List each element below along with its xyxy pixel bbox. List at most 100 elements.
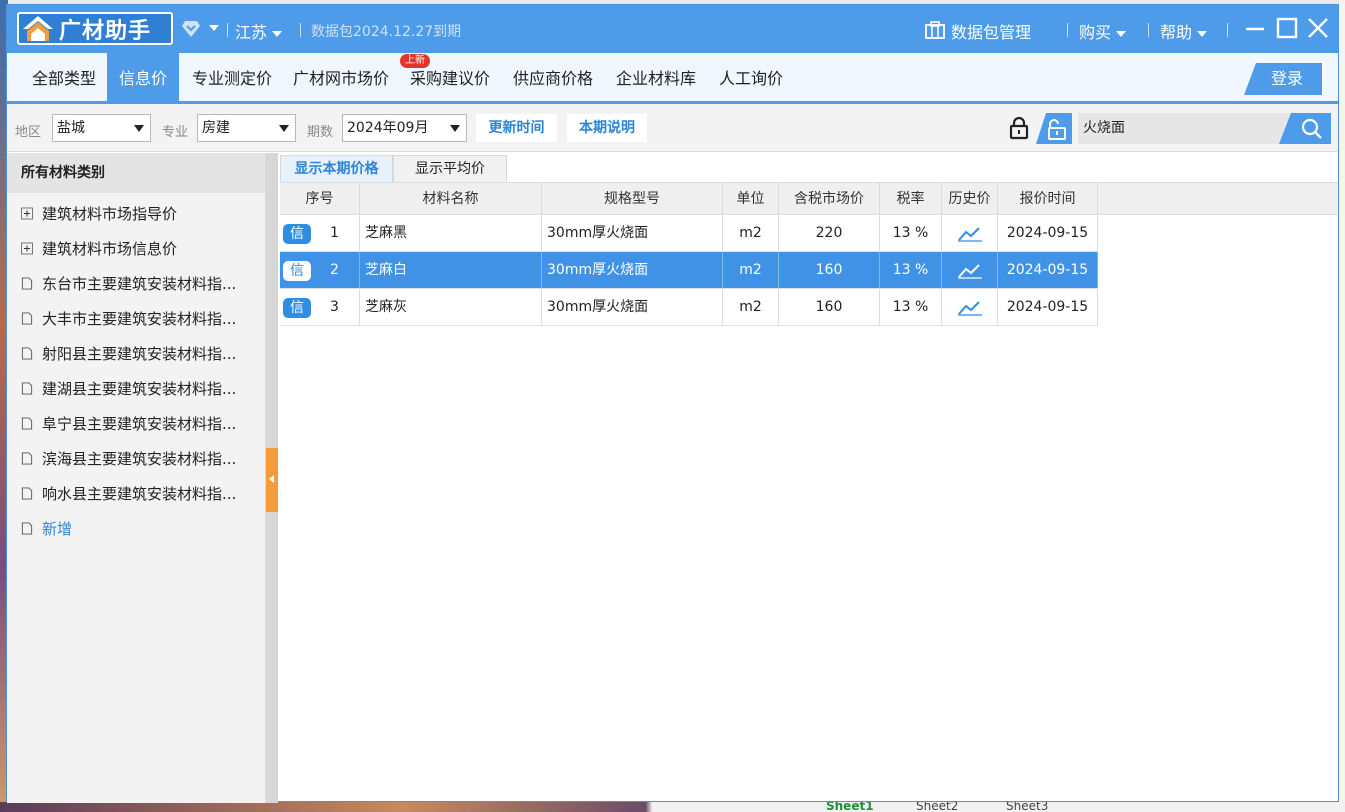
expand-plus-icon[interactable] — [21, 207, 33, 220]
diamond-vip-icon[interactable] — [181, 20, 201, 38]
period-filter-label: 期数 — [307, 125, 334, 140]
region-filter-label: 地区 — [15, 125, 42, 140]
sidebar-item[interactable]: 大丰市主要建筑安装材料指... — [21, 302, 236, 337]
tab-current-price[interactable]: 显示本期价格 — [280, 155, 393, 182]
sidebar-item[interactable]: 响水县主要建筑安装材料指... — [21, 477, 236, 512]
period-select[interactable]: 2024年09月 — [342, 114, 467, 142]
vip-dropdown-chevron-icon[interactable] — [204, 17, 219, 36]
minimize-icon[interactable] — [1244, 17, 1266, 39]
history-price-cell — [942, 215, 998, 251]
tab-supplier-price[interactable]: 供应商价格 — [507, 53, 599, 101]
region-selector[interactable]: 江苏 — [235, 19, 283, 43]
period-select-value: 2024年09月 — [347, 120, 429, 136]
column-header[interactable]: 历史价 — [942, 183, 998, 214]
table-row[interactable]: 信 1 芝麻黑 30mm厚火烧面 m2 220 13 % 2024-09-15 — [280, 215, 1098, 252]
update-time-button[interactable]: 更新时间 — [476, 114, 557, 142]
buy-label: 购买 — [1079, 23, 1112, 42]
add-label: 新增 — [42, 520, 73, 538]
document-icon — [21, 382, 33, 395]
column-header[interactable]: 序号 — [280, 183, 360, 214]
search-icon — [1301, 118, 1322, 139]
column-header[interactable]: 含税市场价 — [779, 183, 880, 214]
history-trend-icon[interactable] — [957, 261, 983, 279]
quote-date: 2024-09-15 — [998, 289, 1098, 325]
sidebar-item[interactable]: 建湖县主要建筑安装材料指... — [21, 372, 236, 407]
sidebar-add-item[interactable]: 新增 — [21, 512, 72, 547]
tab-average-price[interactable]: 显示平均价 — [393, 155, 507, 182]
document-icon — [21, 522, 33, 535]
help-label: 帮助 — [1160, 23, 1193, 42]
history-price-cell — [942, 252, 998, 288]
sidebar-item-label: 东台市主要建筑安装材料指... — [42, 275, 237, 293]
buy-menu[interactable]: 购买 — [1079, 19, 1127, 43]
lock-icon[interactable] — [1009, 116, 1029, 140]
tab-all-types[interactable]: 全部类型 — [22, 53, 106, 101]
period-note-button[interactable]: 本期说明 — [567, 114, 647, 142]
document-icon — [21, 312, 33, 325]
chevron-down-icon — [1197, 30, 1208, 37]
expand-plus-icon[interactable] — [21, 242, 33, 255]
table-row[interactable]: 信 3 芝麻灰 30mm厚火烧面 m2 160 13 % 2024-09-15 — [280, 289, 1098, 326]
tab-enterprise-library[interactable]: 企业材料库 — [610, 53, 702, 101]
sidebar-item[interactable]: 建筑材料市场信息价 — [21, 232, 177, 267]
maximize-icon[interactable] — [1276, 17, 1298, 39]
close-icon[interactable] — [1307, 17, 1329, 39]
sidebar-item[interactable]: 建筑材料市场指导价 — [21, 197, 177, 232]
quote-date: 2024-09-15 — [998, 252, 1098, 288]
table-row[interactable]: 信 2 芝麻白 30mm厚火烧面 m2 160 13 % 2024-09-15 — [280, 252, 1098, 289]
row-number-cell: 信3 — [280, 289, 360, 325]
sidebar-item[interactable]: 阜宁县主要建筑安装材料指... — [21, 407, 236, 442]
app-name: 广材助手 — [59, 18, 152, 44]
collapse-sidebar-handle[interactable] — [266, 448, 278, 512]
row-number: 1 — [330, 225, 339, 241]
divider — [1067, 23, 1068, 37]
login-button[interactable]: 登录 — [1244, 63, 1322, 95]
major-filter-label: 专业 — [162, 125, 189, 140]
dropdown-arrow-icon — [279, 125, 289, 132]
row-number-cell: 信1 — [280, 215, 360, 251]
unit: m2 — [723, 252, 779, 288]
column-header[interactable]: 材料名称 — [360, 183, 542, 214]
row-number: 2 — [330, 262, 339, 278]
tax-rate: 13 % — [880, 215, 942, 251]
document-icon — [21, 487, 33, 500]
column-header[interactable]: 税率 — [880, 183, 942, 214]
material-spec: 30mm厚火烧面 — [542, 252, 723, 288]
material-spec: 30mm厚火烧面 — [542, 289, 723, 325]
document-icon — [21, 452, 33, 465]
package-box-icon[interactable] — [925, 21, 945, 39]
region-select-value: 盐城 — [57, 120, 85, 136]
tab-info-price[interactable]: 信息价 — [107, 53, 179, 101]
tab-manual-inquiry[interactable]: 人工询价 — [713, 53, 789, 101]
sidebar-item[interactable]: 东台市主要建筑安装材料指... — [21, 267, 236, 302]
sidebar-item[interactable]: 射阳县主要建筑安装材料指... — [21, 337, 236, 372]
main-nav: 全部类型 信息价 专业测定价 广材网市场价 采购建议价 上新 供应商价格 企业材… — [7, 53, 1338, 104]
package-manage-button[interactable]: 数据包管理 — [951, 19, 1031, 43]
unit: m2 — [723, 215, 779, 251]
search-input[interactable]: 火烧面 — [1078, 113, 1300, 144]
sidebar-item-label: 阜宁县主要建筑安装材料指... — [42, 415, 237, 433]
tab-professional-price[interactable]: 专业测定价 — [186, 53, 278, 101]
sidebar-item-label: 建筑材料市场信息价 — [42, 240, 178, 258]
region-label: 江苏 — [235, 23, 268, 42]
column-header[interactable]: 单位 — [723, 183, 779, 214]
dropdown-arrow-icon — [134, 125, 144, 132]
history-trend-icon[interactable] — [957, 298, 983, 316]
new-badge: 上新 — [400, 54, 430, 68]
column-header[interactable]: 报价时间 — [998, 183, 1098, 214]
region-select[interactable]: 盐城 — [52, 114, 151, 142]
sidebar-item-label: 大丰市主要建筑安装材料指... — [42, 310, 237, 328]
tab-market-price[interactable]: 广材网市场价 — [287, 53, 395, 101]
market-price: 160 — [779, 289, 880, 325]
sidebar-item[interactable]: 滨海县主要建筑安装材料指... — [21, 442, 236, 477]
help-menu[interactable]: 帮助 — [1160, 19, 1208, 43]
unlock-toggle[interactable] — [1036, 113, 1072, 144]
sidebar-item-label: 响水县主要建筑安装材料指... — [42, 485, 237, 503]
column-header[interactable]: 规格型号 — [542, 183, 723, 214]
major-select[interactable]: 房建 — [197, 114, 296, 142]
table-header: 序号 材料名称 规格型号 单位 含税市场价 税率 历史价 报价时间 — [280, 182, 1338, 215]
history-trend-icon[interactable] — [957, 224, 983, 242]
unlock-icon — [1048, 119, 1066, 140]
market-price: 220 — [779, 215, 880, 251]
chevron-down-icon — [1116, 30, 1127, 37]
